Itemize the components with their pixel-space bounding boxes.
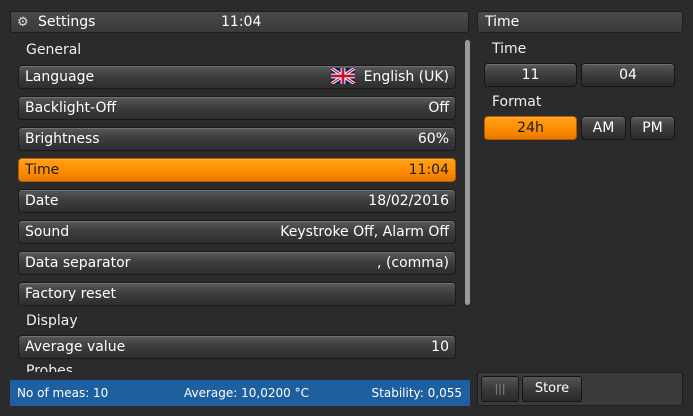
header-clock: 11:04 <box>221 14 262 30</box>
setting-label: Date <box>25 193 59 209</box>
setting-label: Sound <box>25 224 70 240</box>
average-readout: Average: 10,0200 °C <box>184 386 309 400</box>
setting-backlight-off[interactable]: Backlight-Off Off <box>18 96 456 120</box>
stability-readout: Stability: 0,055 <box>371 386 462 400</box>
setting-value: Keystroke Off, Alarm Off <box>280 224 449 240</box>
setting-label: Data separator <box>25 255 131 271</box>
setting-language[interactable]: Language English (UK) <box>18 65 456 89</box>
meas-count: No of meas: 10 <box>17 386 109 400</box>
section-general: General <box>26 42 82 58</box>
setting-sound[interactable]: Sound Keystroke Off, Alarm Off <box>18 220 456 244</box>
settings-header: ⚙ Settings 11:04 <box>10 11 469 33</box>
setting-value: English (UK) <box>363 69 449 85</box>
setting-value: 18/02/2016 <box>368 193 449 209</box>
minute-field[interactable]: 04 <box>581 63 675 87</box>
setting-factory-reset[interactable]: Factory reset <box>18 282 456 306</box>
gear-icon: ⚙ <box>17 15 29 30</box>
status-bar: No of meas: 10 Average: 10,0200 °C Stabi… <box>10 380 470 406</box>
format-pm-button[interactable]: PM <box>630 116 675 140</box>
setting-average-value[interactable]: Average value 10 <box>18 335 456 359</box>
setting-label: Average value <box>25 339 126 355</box>
bottom-toolbar: ||| Store <box>477 372 683 406</box>
uk-flag-icon <box>330 68 355 84</box>
grip-icon[interactable]: ||| <box>481 376 519 402</box>
setting-value: 60% <box>417 131 449 147</box>
settings-scrollbar[interactable] <box>465 40 470 305</box>
format-am-button[interactable]: AM <box>581 116 626 140</box>
setting-label: Backlight-Off <box>25 100 117 116</box>
store-button[interactable]: Store <box>522 376 582 402</box>
section-display: Display <box>26 313 78 329</box>
setting-label: Language <box>25 69 95 85</box>
hour-field[interactable]: 11 <box>484 63 577 87</box>
setting-value: Off <box>428 100 449 116</box>
setting-data-separator[interactable]: Data separator , (comma) <box>18 251 456 275</box>
format-24h-button[interactable]: 24h <box>484 116 577 140</box>
setting-label: Factory reset <box>25 286 117 302</box>
setting-date[interactable]: Date 18/02/2016 <box>18 189 456 213</box>
setting-label: Time <box>25 162 60 178</box>
setting-label: Brightness <box>25 131 100 147</box>
setting-value: 11:04 <box>408 162 449 178</box>
header-title: Settings <box>38 14 96 30</box>
section-probes: Probes <box>26 363 74 372</box>
setting-value: 10 <box>431 339 449 355</box>
setting-time[interactable]: Time 11:04 <box>18 158 456 182</box>
setting-value: , (comma) <box>377 255 449 271</box>
time-panel-title: Time <box>485 14 520 30</box>
setting-brightness[interactable]: Brightness 60% <box>18 127 456 151</box>
format-label: Format <box>492 94 542 110</box>
time-label: Time <box>492 41 527 57</box>
time-panel-header: Time <box>477 11 683 33</box>
